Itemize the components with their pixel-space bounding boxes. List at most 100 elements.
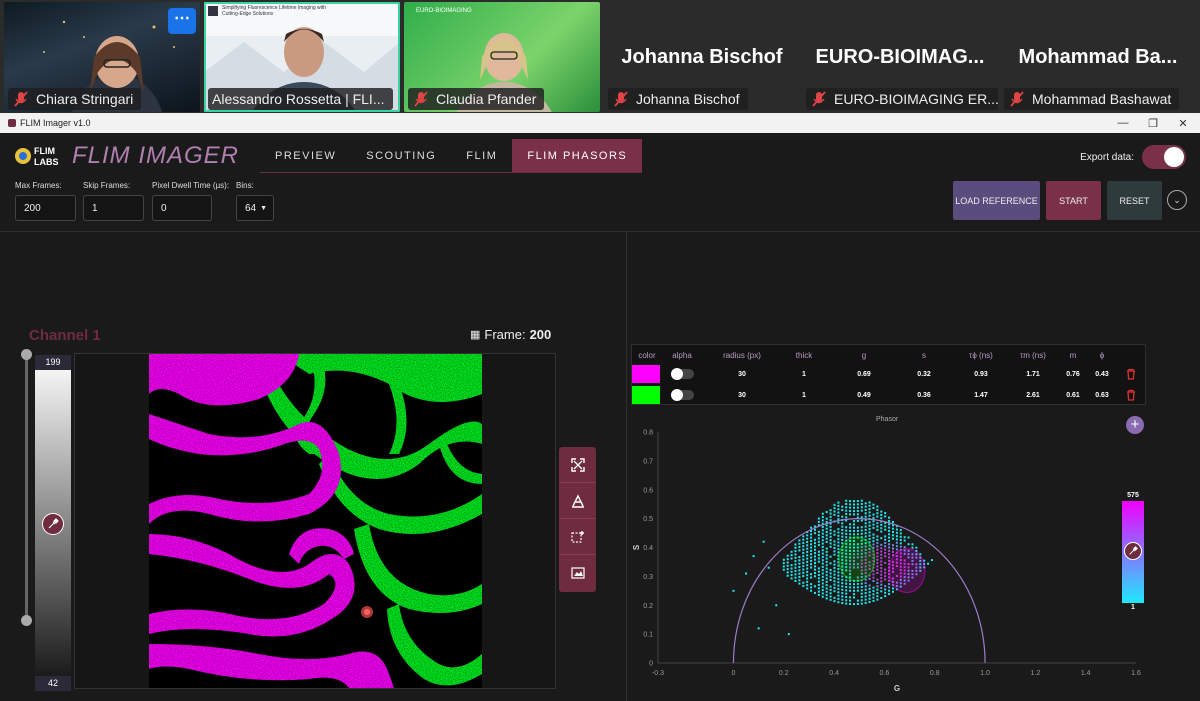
y-tick-label: 0.1 [643, 632, 653, 639]
delete-icon[interactable] [1126, 368, 1136, 380]
scatter-point [767, 566, 770, 569]
slider-bottom-handle[interactable] [21, 615, 32, 626]
participant-tile-6[interactable]: Mohammad Ba... Mohammad Bashawat [1000, 2, 1196, 112]
skip-frames-input[interactable]: 1 [83, 195, 144, 221]
flimlabs-logo-icon: FLIM LABS [15, 146, 59, 167]
scatter-point [899, 532, 902, 535]
participant-tile-4[interactable]: Johanna Bischof Johanna Bischof [604, 2, 800, 112]
maximize-button[interactable]: ❐ [1138, 113, 1168, 133]
participant-tile-3[interactable]: EURO-BIOIMAGING Claudia Pfander [404, 2, 600, 112]
export-data-toggle[interactable] [1142, 145, 1186, 169]
window-titlebar[interactable]: FLIM Imager v1.0 — ❐ ✕ [0, 113, 1200, 133]
x-tick-label: 0.6 [880, 670, 890, 677]
start-button[interactable]: START [1046, 181, 1101, 220]
flim-phasor-image[interactable] [149, 354, 482, 688]
scatter-point [829, 575, 832, 578]
delete-icon[interactable] [1126, 389, 1136, 401]
scatter-point [821, 535, 824, 538]
eyedropper-icon[interactable] [42, 513, 64, 535]
scatter-point [833, 510, 836, 513]
scatter-point [817, 554, 820, 557]
scatter-point [802, 581, 805, 584]
pixel-dwell-input[interactable]: 0 [152, 195, 212, 221]
phasor-plot[interactable]: -0.3 0 0.2 0.4 0.6 0.8 1.0 1.2 1.4 1.6 0 0.1 0.2 0.3 0… [630, 423, 1150, 701]
close-button[interactable]: ✕ [1168, 113, 1198, 133]
colorbar-max: 575 [1127, 492, 1139, 499]
y-tick-label: 0.5 [643, 516, 653, 523]
participant-name-bar: Mohammad Bashawat [1004, 88, 1180, 110]
scatter-point [872, 503, 875, 506]
scatter-point [806, 540, 809, 543]
cell-s: 0.32 [917, 370, 931, 378]
load-reference-button[interactable]: LOAD REFERENCE [953, 181, 1040, 220]
tab-scouting[interactable]: SCOUTING [351, 139, 451, 172]
scatter-point [782, 568, 785, 571]
intensity-range-slider[interactable] [25, 353, 28, 620]
scatter-point [794, 553, 797, 556]
scatter-point [813, 555, 816, 558]
max-frames-input[interactable]: 200 [15, 195, 76, 221]
pixel-dwell-label: Pixel Dwell Time (µs): [152, 181, 230, 190]
eyedropper-icon[interactable] [1124, 542, 1142, 560]
alpha-toggle[interactable] [671, 389, 694, 401]
scatter-point [825, 531, 828, 534]
scatter-point [825, 597, 828, 600]
participant-tile-5[interactable]: EURO-BIOIMAG... EURO-BIOIMAGING ER... [802, 2, 998, 112]
scatter-point [802, 551, 805, 554]
scatter-point [845, 529, 848, 532]
scatter-point [806, 557, 809, 560]
scatter-point [888, 579, 891, 582]
tab-flim-phasors[interactable]: FLIM PHASORS [512, 139, 643, 172]
participant-name: Claudia Pfander [436, 91, 537, 107]
scatter-point [876, 505, 879, 508]
scatter-point [813, 591, 816, 594]
frame-label: Frame: [484, 327, 526, 342]
scatter-point [829, 595, 832, 598]
minimize-button[interactable]: — [1108, 113, 1138, 133]
scatter-point [817, 530, 820, 533]
scatter-point [806, 544, 809, 547]
scatter-point [845, 595, 848, 598]
scatter-point [829, 512, 832, 515]
alpha-toggle[interactable] [671, 368, 694, 380]
expand-chevron-icon[interactable]: ⌄ [1167, 190, 1187, 210]
scatter-point [884, 588, 887, 591]
roi-color-swatch[interactable] [632, 365, 660, 383]
x-tick-label: 1.4 [1081, 670, 1091, 677]
scatter-point [833, 540, 836, 543]
slider-top-handle[interactable] [21, 349, 32, 360]
autoscale-icon[interactable] [559, 483, 596, 519]
fullscreen-icon[interactable] [559, 447, 596, 483]
scatter-point [833, 570, 836, 573]
scatter-point [856, 583, 859, 586]
scatter-point [856, 509, 859, 512]
scatter-point [782, 565, 785, 568]
scatter-point [802, 565, 805, 568]
tab-preview[interactable]: PREVIEW [260, 139, 351, 172]
skip-frames-label: Skip Frames: [83, 181, 131, 190]
scatter-point [876, 545, 879, 548]
frame-value: 200 [529, 327, 552, 342]
scatter-point [821, 565, 824, 568]
tab-flim[interactable]: FLIM [451, 139, 512, 172]
scatter-point [856, 526, 859, 529]
scatter-point [829, 568, 832, 571]
participant-tile-2[interactable]: Simplifying Fluorescence Lifetime Imagin… [204, 2, 400, 112]
cell-thick: 1 [802, 370, 806, 378]
bins-select[interactable]: 64 ▼ [236, 195, 274, 221]
participant-name-bar: Alessandro Rossetta | FLI... [208, 88, 393, 110]
scatter-point [829, 585, 832, 588]
scatter-point [888, 583, 891, 586]
export-image-icon[interactable] [559, 555, 596, 591]
scatter-point [841, 582, 844, 585]
add-roi-icon[interactable] [559, 519, 596, 555]
reset-button[interactable]: RESET [1107, 181, 1162, 220]
more-options-button[interactable]: ⋯ [168, 8, 196, 34]
scatter-point [852, 506, 855, 509]
roi-color-swatch[interactable] [632, 386, 660, 404]
scatter-point [888, 586, 891, 589]
participant-tile-1[interactable]: Chiara Stringari ⋯ [4, 2, 200, 112]
bins-field: Bins: 64 ▼ [236, 181, 274, 221]
scatter-point [829, 532, 832, 535]
cell-m: 0.61 [1066, 391, 1080, 399]
